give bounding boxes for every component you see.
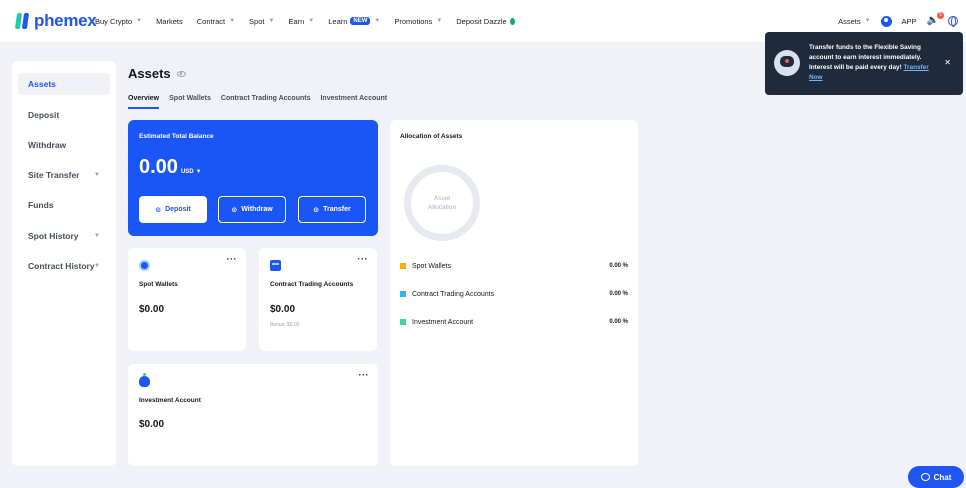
chevron-down-icon: ▼: [308, 18, 315, 24]
phemex-logo-icon: [14, 13, 30, 29]
chevron-down-icon: ▼: [94, 172, 100, 178]
chevron-down-icon: ▼: [94, 233, 100, 239]
investment-account-card[interactable]: ··· Investment Account $0.00: [128, 364, 378, 466]
card-value: $0.00: [139, 419, 165, 430]
currency-selector[interactable]: USD: [181, 169, 194, 175]
new-badge: NEW: [350, 17, 371, 25]
card-title: Contract Trading Accounts: [270, 281, 354, 288]
legend-swatch: [400, 263, 406, 269]
transfer-icon: ⊙: [313, 206, 320, 214]
nav-markets[interactable]: Markets: [156, 17, 183, 26]
brand-logo[interactable]: phemex: [14, 11, 97, 31]
card-title: Investment Account: [139, 397, 201, 404]
legend-swatch: [400, 319, 406, 325]
allocation-title: Allocation of Assets: [400, 133, 463, 140]
withdraw-button[interactable]: ⊙ Withdraw: [218, 196, 286, 223]
brand-name: phemex: [34, 11, 97, 30]
spot-wallets-card[interactable]: ··· Spot Wallets $0.00: [128, 248, 246, 351]
chevron-down-icon: ▼: [229, 18, 236, 24]
sidebar-item-assets[interactable]: Assets: [18, 73, 110, 95]
chevron-down-icon: ▼: [136, 18, 143, 24]
sidebar: Assets Deposit Withdraw Site Transfer ▼ F…: [12, 61, 116, 466]
chevron-down-icon: ▼: [268, 18, 275, 24]
more-options-icon[interactable]: ···: [227, 254, 238, 264]
transfer-button[interactable]: ⊙ Transfer: [298, 196, 366, 223]
gem-icon: [509, 17, 515, 25]
page-title: Assets: [128, 66, 186, 81]
asset-tabs: Overview Spot Wallets Contract Trading A…: [128, 95, 397, 109]
piggy-bank-icon: [139, 373, 150, 387]
main-menu: Buy Crypto ▼ Markets Contract ▼ Spot ▼ Earn…: [95, 0, 529, 42]
nav-app[interactable]: APP: [902, 17, 917, 26]
caret-down-icon[interactable]: ▼: [196, 169, 202, 175]
contract-icon: [270, 260, 281, 271]
legend-row: Contract Trading Accounts 0.00 %: [400, 289, 628, 299]
chat-button[interactable]: Chat: [908, 466, 964, 488]
donut-label: Asset Allocation: [427, 195, 457, 211]
balance-value: 0.00 USD ▼: [139, 156, 202, 179]
nav-promotions[interactable]: Promotions ▼: [394, 17, 442, 26]
sidebar-item-spot-history[interactable]: Spot History ▼: [18, 225, 110, 247]
tab-spot-wallets[interactable]: Spot Wallets: [169, 95, 211, 109]
sidebar-item-deposit[interactable]: Deposit: [18, 104, 110, 126]
close-icon[interactable]: ✕: [944, 58, 951, 67]
card-value: $0.00: [270, 304, 296, 315]
legend-row: Spot Wallets 0.00 %: [400, 261, 628, 271]
sidebar-item-funds[interactable]: Funds: [18, 194, 110, 216]
allocation-card: Allocation of Assets Asset Allocation Sp…: [390, 120, 638, 466]
bonus-text: Bonus: $0.00: [270, 322, 300, 328]
allocation-donut: Asset Allocation: [404, 165, 480, 241]
chevron-down-icon: ▼: [864, 18, 871, 24]
nav-buy-crypto[interactable]: Buy Crypto ▼: [95, 17, 142, 26]
chevron-down-icon: ▼: [374, 18, 381, 24]
toast-message: Transfer funds to the Flexible Saving ac…: [809, 44, 929, 81]
eye-icon[interactable]: [176, 70, 186, 77]
withdraw-icon: ⊙: [231, 206, 238, 214]
card-title: Spot Wallets: [139, 281, 178, 288]
nav-assets[interactable]: Assets ▼: [838, 17, 870, 26]
notification-toast: Transfer funds to the Flexible Saving ac…: [765, 32, 963, 95]
sidebar-item-contract-history[interactable]: Contract History ▼: [18, 255, 110, 277]
nav-learn[interactable]: Learn NEW ▼: [328, 17, 380, 26]
sidebar-item-withdraw[interactable]: Withdraw: [18, 134, 110, 156]
globe-icon[interactable]: [948, 16, 958, 27]
nav-contract[interactable]: Contract ▼: [197, 17, 235, 26]
nav-deposit-dazzle[interactable]: Deposit Dazzle: [456, 17, 515, 26]
balance-card: Estimated Total Balance 0.00 USD ▼ ⊙ Depo…: [128, 120, 378, 236]
robot-icon: [774, 50, 800, 76]
tab-overview[interactable]: Overview: [128, 95, 160, 109]
legend-swatch: [400, 291, 406, 297]
chat-bubble-icon: [920, 473, 930, 481]
sidebar-item-site-transfer[interactable]: Site Transfer ▼: [18, 164, 110, 186]
contract-trading-card[interactable]: ··· Contract Trading Accounts $0.00 Bonu…: [259, 248, 377, 351]
deposit-button[interactable]: ⊙ Deposit: [139, 196, 207, 223]
notification-count: 5: [937, 12, 944, 19]
wallet-icon: [139, 260, 150, 271]
announcement-icon[interactable]: 🔈 5: [927, 12, 944, 26]
nav-spot[interactable]: Spot ▼: [249, 17, 274, 26]
more-options-icon[interactable]: ···: [359, 370, 370, 380]
user-icon[interactable]: [880, 15, 892, 27]
more-options-icon[interactable]: ···: [358, 254, 369, 264]
deposit-icon: ⊙: [155, 206, 162, 214]
balance-label: Estimated Total Balance: [139, 133, 214, 140]
balance-amount: 0.00: [139, 156, 178, 178]
legend-row: Investment Account 0.00 %: [400, 317, 628, 327]
nav-earn[interactable]: Earn ▼: [288, 17, 314, 26]
card-value: $0.00: [139, 304, 165, 315]
chevron-down-icon: ▼: [436, 18, 443, 24]
chevron-down-icon: ▼: [94, 263, 100, 269]
tab-contract-trading-accounts[interactable]: Contract Trading Accounts: [221, 95, 311, 109]
tab-investment-account[interactable]: Investment Account: [320, 95, 387, 109]
